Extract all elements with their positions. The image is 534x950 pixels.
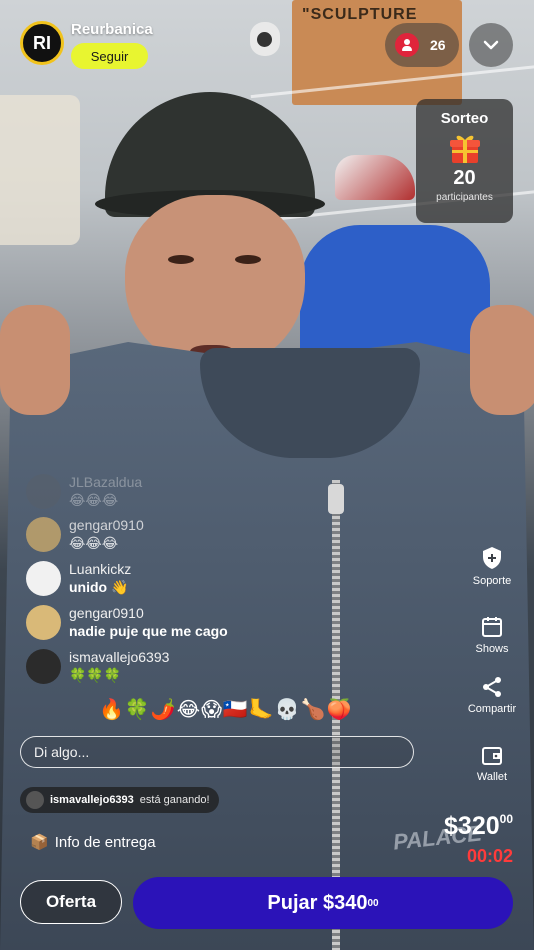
current-price-cents: 00 — [499, 812, 513, 826]
quick-reactions-bar[interactable]: 🔥🍀🌶️😂😱🇨🇱🦶💀🍗🍑 — [99, 697, 352, 722]
chat-avatar — [26, 605, 61, 640]
background-cap-display — [0, 95, 80, 245]
chat-avatar — [26, 649, 61, 684]
seller-avatar-logo: RI — [33, 32, 51, 53]
share-button[interactable]: Compartir — [458, 676, 526, 715]
share-icon — [483, 677, 501, 697]
chat-username[interactable]: Luankickz — [69, 561, 131, 578]
offer-button[interactable]: Oferta — [20, 880, 122, 924]
collapse-button[interactable] — [469, 23, 513, 67]
wallet-icon — [482, 747, 502, 765]
leading-bidder-username[interactable]: ismavallejo6393 — [50, 794, 134, 806]
share-label: Compartir — [467, 703, 517, 715]
follow-button[interactable]: Seguir — [71, 43, 148, 69]
calendar-icon — [482, 617, 502, 637]
giveaway-participant-count: 20 — [453, 167, 476, 189]
host-hand-right — [470, 305, 534, 415]
bid-button[interactable]: Pujar $340 00 — [133, 877, 513, 929]
shows-button[interactable]: Shows — [458, 616, 526, 655]
host-hand-left — [0, 305, 70, 415]
chat-username[interactable]: gengar0910 — [69, 605, 228, 622]
bid-button-cents: 00 — [367, 897, 379, 909]
bid-button-label: Pujar $340 — [267, 891, 368, 914]
seller-avatar[interactable]: RI — [20, 21, 64, 65]
chat-message: Luankickz unido 👋 — [26, 561, 131, 596]
chat-text: 😂😂😂 — [69, 492, 119, 508]
chat-message: gengar0910 nadie puje que me cago — [26, 605, 228, 640]
seller-name[interactable]: Reurbanica — [71, 21, 153, 38]
chat-avatar — [26, 517, 61, 552]
auction-timer: 00:02 — [466, 846, 513, 866]
delivery-info-label: Info de entrega — [54, 833, 156, 851]
chat-text: unido 👋 — [69, 579, 129, 595]
viewer-count-badge[interactable]: 26 — [385, 23, 459, 67]
leading-bidder-pill: ismavallejo6393 está ganando! — [20, 787, 219, 813]
shows-label: Shows — [475, 643, 509, 655]
host-eye — [168, 255, 194, 264]
support-button[interactable]: Soporte — [458, 546, 526, 587]
current-price: $32000 — [444, 812, 513, 841]
chat-text: 😂😂😂 — [69, 535, 119, 551]
viewer-count: 26 — [430, 37, 446, 53]
gift-icon — [449, 135, 480, 163]
chat-avatar — [26, 474, 61, 509]
leading-bidder-status: está ganando! — [139, 794, 210, 806]
leading-bidder-avatar — [26, 791, 44, 809]
wallet-label: Wallet — [476, 771, 508, 783]
product-jacket-zipper-pull — [328, 484, 344, 514]
giveaway-participant-label: participantes — [436, 192, 493, 203]
chat-message: gengar0910 😂😂😂 — [26, 517, 144, 552]
chat-text: nadie puje que me cago — [69, 623, 228, 639]
giveaway-card[interactable]: Sorteo 20 participantes — [416, 99, 513, 223]
chat-input[interactable] — [20, 736, 414, 768]
giveaway-title: Sorteo — [440, 110, 489, 127]
chat-username[interactable]: gengar0910 — [69, 517, 144, 534]
background-security-camera — [250, 22, 280, 56]
host-eye — [235, 255, 261, 264]
chat-username[interactable]: JLBazaldua — [69, 474, 142, 491]
support-label: Soporte — [472, 575, 512, 587]
chat-feed: JLBazaldua 😂😂😂 gengar0910 😂😂😂 Luankickz … — [26, 470, 326, 700]
wallet-button[interactable]: Wallet — [458, 746, 526, 783]
background-box-text: "SCULPTURE — [302, 6, 418, 23]
support-shield-icon — [483, 547, 501, 569]
package-icon: 📦 — [30, 834, 49, 851]
viewers-person-icon — [395, 33, 419, 57]
chat-message: JLBazaldua 😂😂😂 — [26, 474, 142, 509]
chat-avatar — [26, 561, 61, 596]
current-price-main: $320 — [444, 812, 500, 840]
background-sneaker — [335, 155, 415, 200]
host-face — [125, 195, 305, 370]
chat-message: ismavallejo6393 🍀🍀🍀 — [26, 649, 169, 684]
chat-text: 🍀🍀🍀 — [69, 667, 122, 683]
chevron-down-icon — [483, 40, 499, 50]
chat-username[interactable]: ismavallejo6393 — [69, 649, 169, 666]
delivery-info-link[interactable]: 📦 Info de entrega — [30, 833, 156, 852]
